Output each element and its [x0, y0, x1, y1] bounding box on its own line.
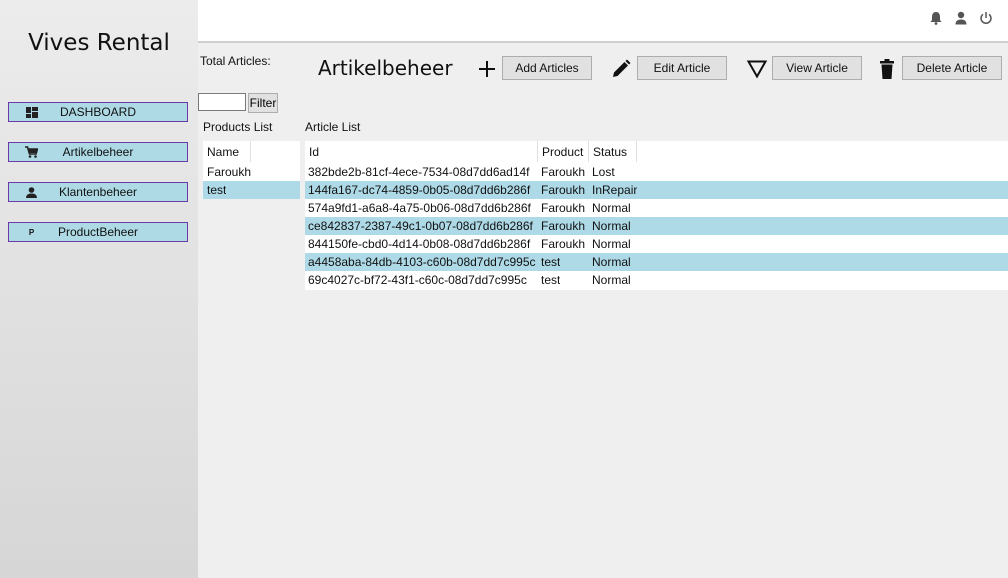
products-name-header[interactable]: Name: [203, 141, 251, 162]
product-name-cell: Faroukh: [207, 165, 252, 179]
total-articles-label: Total Articles:: [200, 54, 271, 68]
article-list-label: Article List: [305, 120, 361, 134]
article-product-cell: test: [541, 273, 561, 287]
article-status-cell: Normal: [592, 237, 631, 251]
pencil-icon[interactable]: [610, 58, 632, 80]
nav-dashboard-button[interactable]: DASHBOARD: [8, 102, 188, 122]
edit-article-button[interactable]: Edit Article: [637, 56, 727, 80]
products-name-header-label: Name: [207, 144, 240, 159]
article-status-header[interactable]: Status: [589, 141, 637, 162]
article-status-cell: Normal: [592, 255, 631, 269]
person-icon: [25, 186, 38, 198]
article-product-cell: Faroukh: [541, 219, 586, 233]
article-id-cell: 382bde2b-81cf-4ece-7534-08d7dd6ad14f: [308, 165, 530, 179]
products-header-filler: [251, 141, 300, 162]
add-articles-button[interactable]: Add Articles: [502, 56, 592, 80]
trash-icon[interactable]: [876, 58, 898, 80]
article-status-cell: Lost: [592, 165, 615, 179]
article-product-cell: Faroukh: [541, 183, 586, 197]
filter-funnel-icon[interactable]: [746, 58, 768, 80]
product-row[interactable]: test: [203, 181, 300, 199]
user-icon[interactable]: [954, 11, 968, 25]
product-row[interactable]: Faroukh: [203, 163, 300, 181]
nav-productbeheer-button[interactable]: P ProductBeheer: [8, 222, 188, 242]
article-row[interactable]: 844150fe-cbd0-4d14-0b08-08d7dd6b286f Far…: [305, 235, 1008, 253]
sidebar: Vives Rental DASHBOARD Artikelbeheer Kla…: [0, 0, 198, 578]
power-icon[interactable]: [979, 11, 993, 25]
article-row[interactable]: ce842837-2387-49c1-0b07-08d7dd6b286f Far…: [305, 217, 1008, 235]
dashboard-icon: [25, 106, 38, 118]
article-id-cell: 574a9fd1-a6a8-4a75-0b06-08d7dd6b286f: [308, 201, 531, 215]
filter-input[interactable]: [198, 93, 246, 111]
nav-klantenbeheer-button[interactable]: Klantenbeheer: [8, 182, 188, 202]
products-list: Name Faroukh test: [203, 141, 300, 199]
delete-article-button[interactable]: Delete Article: [902, 56, 1002, 80]
top-bar: [198, 0, 1008, 43]
article-id-cell: a4458aba-84db-4103-c60b-08d7dd7c995c: [308, 255, 536, 269]
article-row[interactable]: 574a9fd1-a6a8-4a75-0b06-08d7dd6b286f Far…: [305, 199, 1008, 217]
app-title: Vives Rental: [28, 30, 170, 56]
article-status-cell: Normal: [592, 219, 631, 233]
article-product-header-label: Product: [542, 144, 584, 159]
article-row[interactable]: 69c4027c-bf72-43f1-c60c-08d7dd7c995c tes…: [305, 271, 1008, 289]
article-product-cell: Faroukh: [541, 165, 586, 179]
view-article-button[interactable]: View Article: [772, 56, 862, 80]
bell-icon[interactable]: [929, 11, 943, 25]
article-product-cell: Faroukh: [541, 237, 586, 251]
article-id-cell: 69c4027c-bf72-43f1-c60c-08d7dd7c995c: [308, 273, 527, 287]
article-id-cell: 844150fe-cbd0-4d14-0b08-08d7dd6b286f: [308, 237, 531, 251]
article-product-cell: test: [541, 255, 561, 269]
article-product-header[interactable]: Product: [538, 141, 589, 162]
article-id-cell: ce842837-2387-49c1-0b07-08d7dd6b286f: [308, 219, 533, 233]
plus-icon[interactable]: [476, 58, 498, 80]
article-status-cell: InRepair: [592, 183, 638, 197]
article-id-header[interactable]: Id: [305, 141, 538, 162]
cart-icon: [25, 146, 38, 158]
article-id-header-label: Id: [309, 144, 320, 159]
article-status-cell: Normal: [592, 273, 631, 287]
product-name-cell: test: [207, 183, 227, 197]
article-row[interactable]: 382bde2b-81cf-4ece-7534-08d7dd6ad14f Far…: [305, 163, 1008, 181]
products-list-label: Products List: [203, 120, 273, 134]
article-row[interactable]: 144fa167-dc74-4859-0b05-08d7dd6b286f Far…: [305, 181, 1008, 199]
p-icon: P: [28, 227, 35, 237]
page-title: Artikelbeheer: [318, 56, 453, 80]
article-status-cell: Normal: [592, 201, 631, 215]
article-id-cell: 144fa167-dc74-4859-0b05-08d7dd6b286f: [308, 183, 531, 197]
nav-artikelbeheer-button[interactable]: Artikelbeheer: [8, 142, 188, 162]
article-list: Id Product Status 382bde2b-81cf-4ece-753…: [305, 141, 1008, 290]
article-row[interactable]: a4458aba-84db-4103-c60b-08d7dd7c995c tes…: [305, 253, 1008, 271]
article-product-cell: Faroukh: [541, 201, 586, 215]
filter-button[interactable]: Filter: [248, 93, 278, 113]
article-status-header-label: Status: [593, 144, 628, 159]
